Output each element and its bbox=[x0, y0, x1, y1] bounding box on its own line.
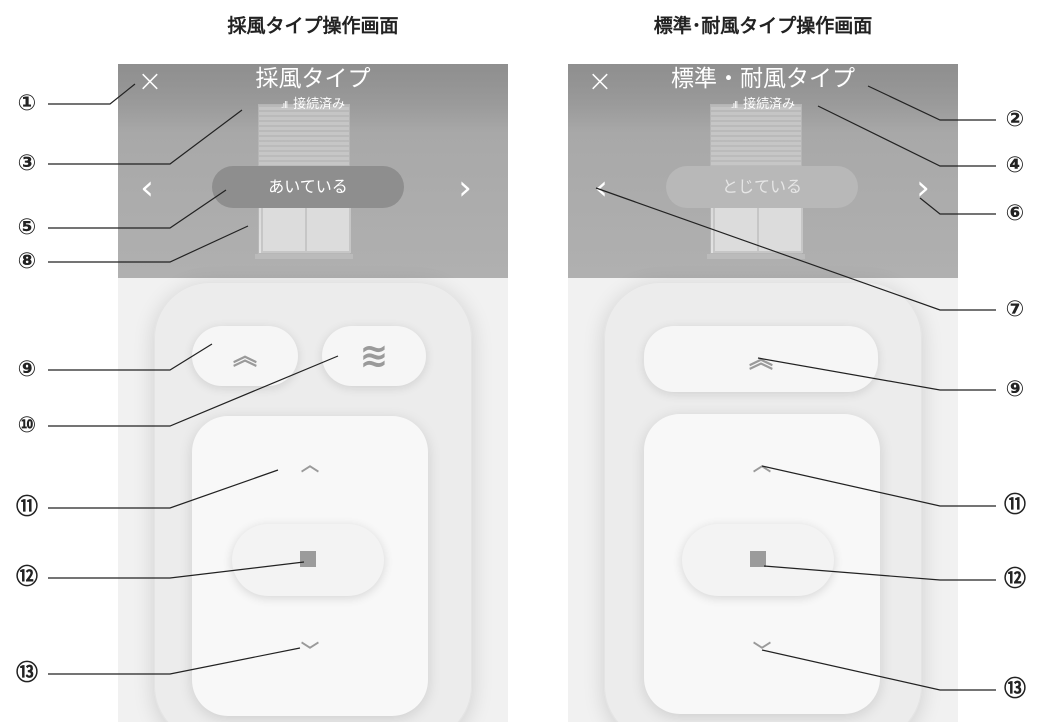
callout-number: ⑫ bbox=[15, 565, 38, 590]
callout-number: ⑫ bbox=[1003, 567, 1026, 592]
leader-line bbox=[867, 85, 996, 121]
leader-line bbox=[48, 647, 301, 675]
leader-line bbox=[48, 469, 279, 509]
callout-number: ⑨ bbox=[17, 357, 37, 382]
callout-number: ① bbox=[17, 91, 37, 116]
callout-number: ④ bbox=[1005, 153, 1025, 178]
leader-line bbox=[48, 189, 227, 229]
callout-number: ⑩ bbox=[17, 413, 37, 438]
leader-line bbox=[48, 355, 339, 427]
callout-number: ⑪ bbox=[15, 495, 38, 520]
callout-leader-lines bbox=[48, 83, 996, 691]
leader-line bbox=[919, 197, 996, 215]
callout-number: ⑥ bbox=[1005, 201, 1025, 226]
callout-number: ⑬ bbox=[1003, 677, 1026, 702]
leader-line bbox=[763, 565, 996, 581]
callout-number: ③ bbox=[17, 151, 37, 176]
callout-number: ⑦ bbox=[1005, 297, 1025, 322]
callout-number: ⑧ bbox=[17, 249, 37, 274]
callout-number: ⑪ bbox=[1003, 493, 1026, 518]
leader-line bbox=[48, 109, 243, 165]
leader-line bbox=[817, 105, 996, 167]
callout-number: ⑬ bbox=[15, 661, 38, 686]
leader-line bbox=[48, 225, 249, 263]
leader-line bbox=[48, 343, 213, 371]
leader-line bbox=[595, 187, 996, 311]
leader-line bbox=[48, 561, 305, 579]
leader-line bbox=[48, 83, 136, 105]
leader-line bbox=[761, 649, 996, 691]
callout-number: ⑨ bbox=[1005, 377, 1025, 402]
callout-number: ⑤ bbox=[17, 215, 37, 240]
leader-line bbox=[761, 465, 996, 507]
callout-number: ② bbox=[1005, 107, 1025, 132]
leader-line bbox=[757, 357, 996, 391]
